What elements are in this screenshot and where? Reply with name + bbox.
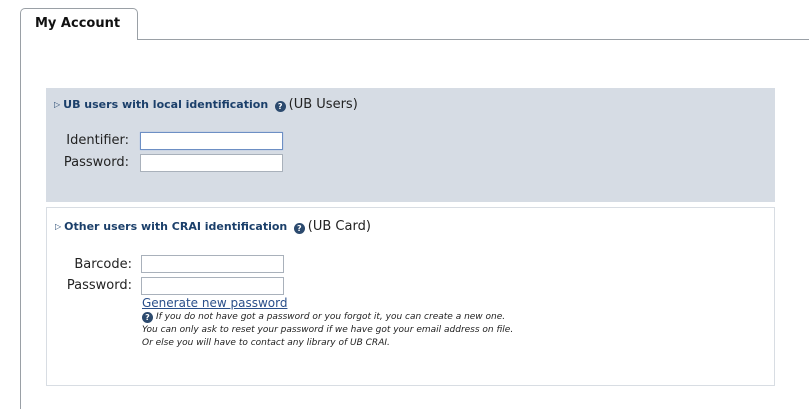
ub-users-heading-text: UB users with local identification [63,98,269,111]
crai-password-label: Password: [66,278,132,293]
ub-users-heading-suffix: (UB Users) [288,97,358,112]
tab-label: My Account [35,16,121,31]
panel-top-border [137,39,809,40]
ub-users-heading[interactable]: ▷ UB users with local identification ? (UB… [54,97,358,112]
barcode-label: Barcode: [74,257,132,272]
help-circle-icon: ? [142,312,153,323]
tab-my-account[interactable]: My Account [20,8,138,40]
generate-password-link[interactable]: Generate new password [142,296,287,310]
triangle-right-icon: ▷ [55,222,62,231]
password-help-note-line3: Or else you will have to contact any lib… [142,338,390,348]
note-line1-text: If you do not have got a password or you… [156,312,506,322]
password-help-note-line2: You can only ask to reset your password … [142,325,514,335]
help-circle-icon[interactable]: ? [293,223,305,234]
password-label: Password: [63,155,129,170]
password-input[interactable] [140,154,283,172]
help-circle-icon[interactable]: ? [274,101,286,112]
ub-users-section: ▷ UB users with local identification ? (UB… [46,88,775,202]
identifier-input[interactable] [140,132,283,150]
password-help-note-line1: ? If you do not have got a password or yo… [142,311,505,324]
crai-users-heading-suffix: (UB Card) [307,219,371,234]
triangle-right-icon: ▷ [54,100,61,109]
barcode-input[interactable] [141,255,284,273]
identifier-label: Identifier: [66,133,129,148]
crai-users-section: ▷ Other users with CRAI identification ?(… [46,207,775,386]
crai-users-heading-text: Other users with CRAI identification [64,220,288,233]
crai-users-heading[interactable]: ▷ Other users with CRAI identification ?(… [55,219,371,234]
crai-password-input[interactable] [141,277,284,295]
